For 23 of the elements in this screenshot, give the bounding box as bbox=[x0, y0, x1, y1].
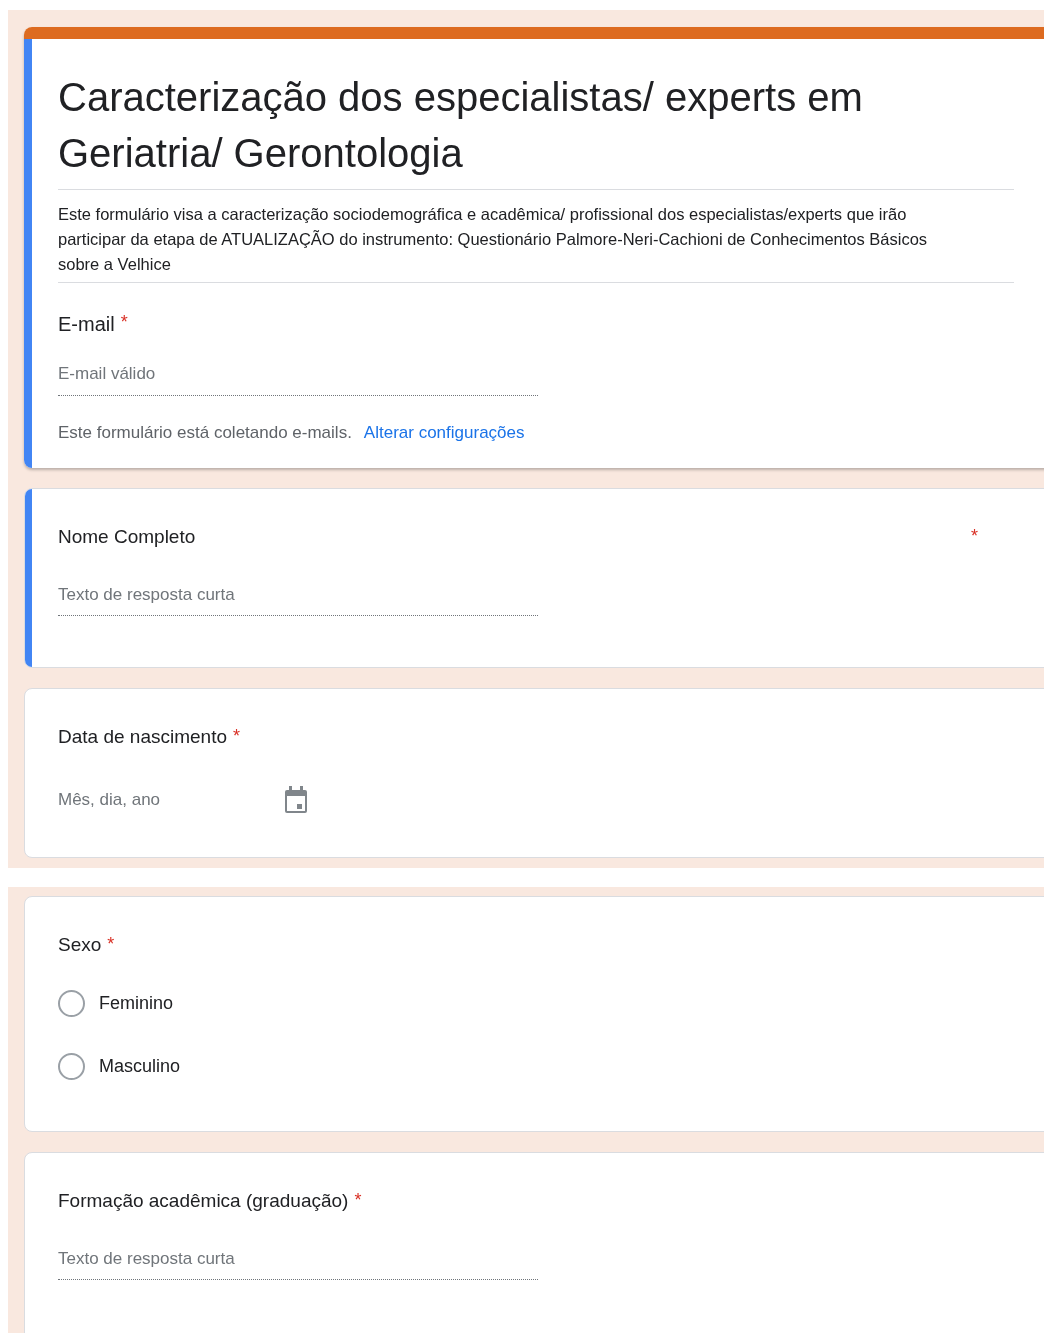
question-title: Formação acadêmica (graduação) bbox=[58, 1189, 349, 1213]
option-label: Feminino bbox=[99, 991, 174, 1015]
email-field[interactable]: E-mail válido bbox=[58, 361, 538, 396]
radio-button[interactable] bbox=[58, 1052, 85, 1080]
question-title: Data de nascimento bbox=[58, 725, 227, 749]
form-description: Este formulário visa a caracterização sociodemográfica e acadêmica/ profissional dos especialistas/experts que irão participar da etapa de ATUALIZAÇÃO do instrumento: Questionário Palmore-Neri-Cachioni de Conhecimentos Básicos sobre a Velhice bbox=[58, 190, 1014, 283]
collecting-note: Este formulário está coletando e-mails. bbox=[58, 421, 352, 444]
radio-button[interactable] bbox=[58, 989, 85, 1017]
settings-link[interactable]: Alterar configurações bbox=[363, 419, 525, 445]
question-title: Nome Completo bbox=[58, 525, 196, 549]
answer-field[interactable]: Texto de resposta curta bbox=[58, 1245, 538, 1280]
required-asterisk: * bbox=[233, 725, 240, 748]
required-asterisk: * bbox=[120, 312, 128, 332]
option-label: Masculino bbox=[99, 1054, 181, 1078]
answer-field[interactable]: Texto de resposta curta bbox=[58, 581, 538, 616]
required-asterisk: * bbox=[971, 525, 978, 548]
form-title: Caracterização dos especialistas/ experts em Geriatria/ Gerontologia bbox=[58, 69, 1014, 190]
date-field[interactable]: Mês, dia, ano bbox=[58, 786, 161, 813]
field-label: E-mail bbox=[58, 313, 115, 335]
required-asterisk: * bbox=[107, 933, 115, 956]
calendar-icon[interactable] bbox=[284, 785, 309, 814]
required-asterisk: * bbox=[354, 1189, 362, 1212]
question-title: Sexo bbox=[58, 933, 102, 957]
